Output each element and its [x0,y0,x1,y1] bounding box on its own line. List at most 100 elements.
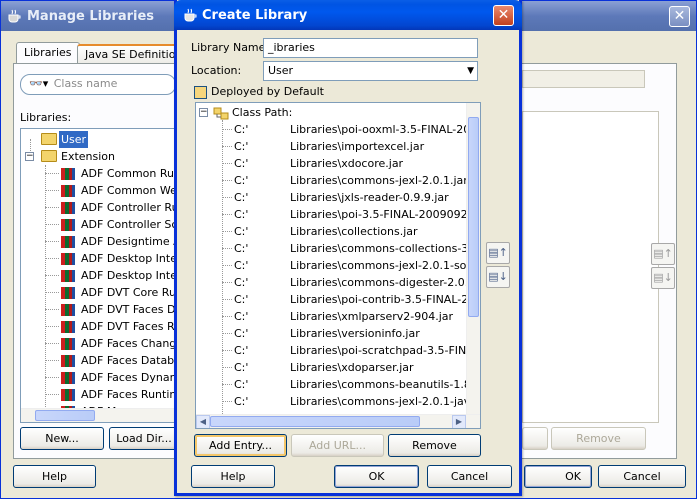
background-cancel-button[interactable]: Cancel [598,465,686,488]
tree-node-library[interactable]: ADF DVT Faces Dat [21,301,174,318]
tree-node-library[interactable]: ADF Common Runti [21,165,174,182]
tree-node-library[interactable]: ADF DVT Core Runt [21,284,174,301]
move-down-button[interactable]: ▤↓ [486,266,510,288]
tree-node-library[interactable]: ADF Faces Change [21,335,174,352]
tree-scroll-thumb[interactable] [35,410,95,421]
library-books-icon [61,287,75,299]
scroll-left-icon[interactable]: ◀ [196,415,210,428]
class-path-entry[interactable]: C:' Libraries\jxls-reader-0.9.9.jar [196,189,480,206]
create-library-close-button[interactable]: ✕ [493,5,514,26]
library-books-icon [61,236,75,248]
tree-node-library[interactable]: ADF Designtime API [21,233,174,250]
scroll-right-icon[interactable]: ▶ [452,415,466,428]
class-path-horizontal-scrollbar[interactable]: ◀ ▶ [196,414,480,428]
collapse-icon[interactable]: − [25,152,34,161]
background-cancel-button-label: Cancel [623,470,661,483]
tree-node-library-label: ADF Common Web I [81,184,174,197]
class-path-entry[interactable]: C:' Libraries\xmlparserv2-904.jar [196,308,480,325]
tree-horizontal-scrollbar[interactable] [21,408,174,422]
manage-libraries-close-button[interactable]: ✕ [669,6,690,27]
tab-libraries[interactable]: Libraries [16,42,80,64]
class-path-entry[interactable]: C:' Libraries\commons-jexl-2.0.1.jar [196,172,480,189]
class-path-entry-path: Libraries\xmlparserv2-904.jar [290,310,454,323]
tab-libraries-label: Libraries [24,46,72,59]
collapse-icon[interactable]: − [199,108,208,117]
class-path-entry[interactable]: C:' Libraries\poi-contrib-3.5-FINAL-2009 [196,291,480,308]
libraries-tree[interactable]: User − Extension ADF Common Runti ADF Com… [20,128,175,423]
class-path-list[interactable]: − Class Path: C:' Libraries\poi-ooxml-3.5… [195,102,481,429]
class-path-entry-path: Libraries\xdoparser.jar [290,361,414,374]
class-path-hscroll-thumb[interactable] [210,416,420,427]
class-path-entry-path: Libraries\commons-jexl-2.0.1-javado [290,395,481,408]
class-path-entry[interactable]: C:' Libraries\commons-collections-3.2.1.j [196,240,480,257]
class-path-entry-drive: C:' [234,242,249,255]
library-books-icon [61,304,75,316]
background-hidden-button [522,427,548,450]
class-path-entry-path: Libraries\commons-jexl-2.0.1-sources [290,259,481,272]
tree-node-extension-label: Extension [61,150,116,163]
library-books-icon [61,389,75,401]
class-path-entry[interactable]: C:' Libraries\xdoparser.jar [196,359,480,376]
class-path-entry[interactable]: C:' Libraries\poi-3.5-FINAL-20090928.ja [196,206,480,223]
location-select[interactable]: User ▼ [263,61,478,81]
background-help-button[interactable]: Help [13,465,96,488]
tree-node-library-label: ADF Designtime API [81,235,174,248]
load-dir-button[interactable]: Load Dir... [109,427,179,450]
tree-node-library[interactable]: ADF Controller Sche [21,216,174,233]
deployed-by-default-checkbox[interactable] [194,86,207,99]
class-path-entry-path: Libraries\jxls-reader-0.9.9.jar [290,191,449,204]
add-entry-button[interactable]: Add Entry... [194,434,287,457]
class-path-vertical-scrollbar[interactable] [466,103,480,428]
class-name-search-input[interactable]: 👓▾ Class name [20,74,176,95]
class-path-entry-path: Libraries\commons-jexl-2.0.1.jar [290,174,468,187]
tree-node-extension[interactable]: − Extension [21,148,174,165]
tree-node-library[interactable]: ADF Controller Runt [21,199,174,216]
chevron-down-icon[interactable]: ▼ [467,62,474,80]
location-label: Location: [191,64,242,77]
class-path-node[interactable]: − Class Path: [196,104,480,121]
tree-node-library-label: ADF Faces Change [81,337,175,350]
class-path-entry-path: Libraries\poi-scratchpad-3.5-FINAL-2 [290,344,481,357]
class-path-entry[interactable]: C:' Libraries\poi-ooxml-3.5-FINAL-20090 [196,121,480,138]
tree-node-library[interactable]: ADF DVT Faces Run [21,318,174,335]
remove-entry-button[interactable]: Remove [388,434,481,457]
class-path-entry[interactable]: C:' Libraries\collections.jar [196,223,480,240]
tree-node-library[interactable]: ADF Desktop Integr [21,267,174,284]
tree-node-library[interactable]: ADF Faces Databin [21,352,174,369]
class-path-entry[interactable]: C:' Libraries\xdocore.jar [196,155,480,172]
cancel-button[interactable]: Cancel [427,465,512,488]
class-path-entry[interactable]: C:' Libraries\commons-beanutils-1.8.3.ja [196,376,480,393]
class-path-entry[interactable]: C:' Libraries\versioninfo.jar [196,325,480,342]
tree-node-library[interactable]: ADF Common Web I [21,182,174,199]
class-path-entry[interactable]: C:' Libraries\commons-jexl-2.0.1-sources [196,257,480,274]
new-library-button[interactable]: New... [20,427,104,450]
library-name-input[interactable]: _ibraries [263,38,478,58]
background-remove-button[interactable]: Remove [551,427,646,450]
move-up-disabled-button[interactable]: ▤↑ [651,243,675,265]
jdeveloper-cup-icon [184,8,197,22]
add-url-button[interactable]: Add URL... [291,434,384,457]
class-path-entry[interactable]: C:' Libraries\poi-scratchpad-3.5-FINAL-2 [196,342,480,359]
class-path-entry-drive: C:' [234,310,249,323]
class-path-entry[interactable]: C:' Libraries\importexcel.jar [196,138,480,155]
class-path-entry[interactable]: C:' Libraries\commons-jexl-2.0.1-javado [196,393,480,410]
move-up-button[interactable]: ▤↑ [486,242,510,264]
manage-libraries-title: Manage Libraries [27,8,155,24]
help-button[interactable]: Help [191,465,275,488]
class-path-vscroll-thumb[interactable] [468,117,479,317]
add-entry-button-label: Add Entry... [209,439,272,452]
binoculars-icon[interactable]: 👓▾ [29,77,48,90]
tree-node-user[interactable]: User [21,131,174,148]
tree-node-library[interactable]: ADF Faces Dynamic [21,369,174,386]
tree-node-library[interactable]: ADF Faces Runtime [21,386,174,403]
ok-button[interactable]: OK [334,465,419,488]
class-path-entry-drive: C:' [234,361,249,374]
tree-node-library[interactable]: ADF Desktop Integr [21,250,174,267]
libraries-label: Libraries: [20,111,72,124]
move-down-disabled-button[interactable]: ▤↓ [651,267,675,289]
background-ok-button[interactable]: OK [524,465,592,488]
class-path-entry[interactable]: C:' Libraries\commons-digester-2.0.jar [196,274,480,291]
ok-button-label: OK [368,470,385,483]
class-path-entry-drive: C:' [234,157,249,170]
tab-java-se-definitions-label: Java SE Definitions [85,48,189,61]
